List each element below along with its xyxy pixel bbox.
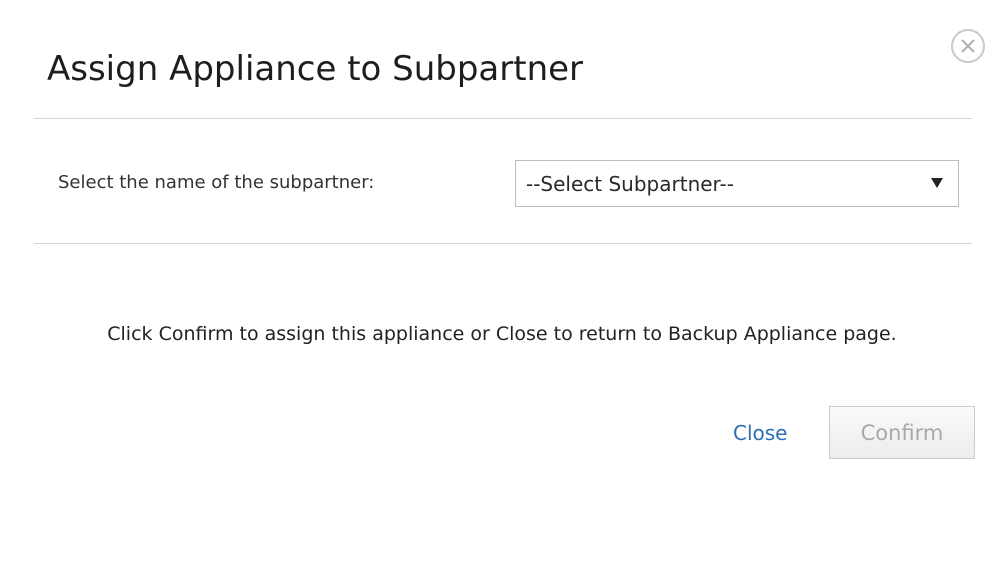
confirm-instructions: Click Confirm to assign this appliance o… — [107, 323, 897, 345]
triangle-down-icon — [931, 178, 943, 188]
title-divider — [34, 118, 972, 119]
close-x-icon — [961, 39, 975, 53]
close-link[interactable]: Close — [733, 421, 787, 445]
assign-appliance-dialog: Assign Appliance to Subpartner Select th… — [0, 0, 990, 572]
subpartner-select[interactable]: --Select Subpartner-- — [515, 160, 959, 207]
dialog-title: Assign Appliance to Subpartner — [47, 49, 584, 89]
confirm-button[interactable]: Confirm — [829, 406, 975, 459]
subpartner-select-value: --Select Subpartner-- — [526, 172, 734, 196]
close-dialog-icon[interactable] — [951, 29, 985, 63]
subpartner-select-label: Select the name of the subpartner: — [58, 172, 375, 193]
section-divider — [34, 243, 972, 244]
